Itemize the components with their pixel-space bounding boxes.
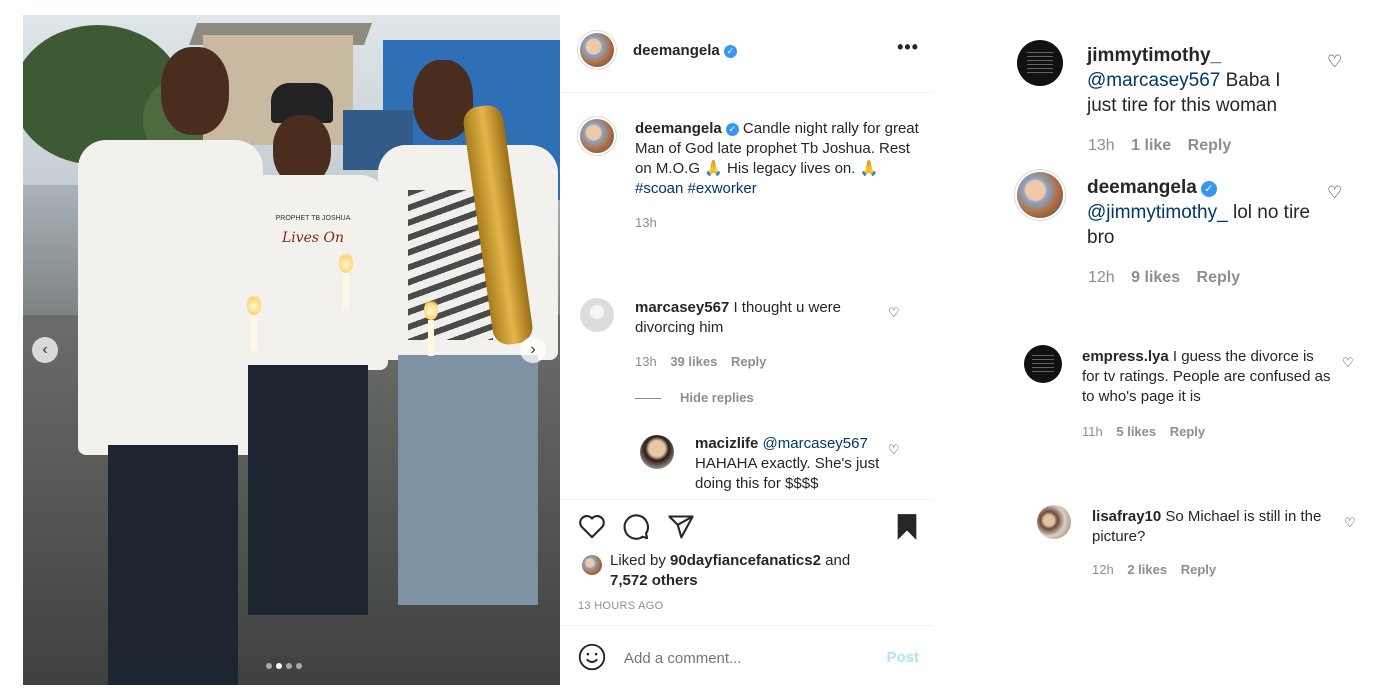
- more-options-icon[interactable]: •••: [897, 37, 919, 58]
- comment-meta: 13h 39 likes Reply: [635, 354, 766, 369]
- side-comment-heart-icon[interactable]: ♡: [1327, 52, 1342, 72]
- caption-username[interactable]: deemangela: [635, 120, 722, 137]
- like-heart-icon[interactable]: [578, 513, 606, 539]
- photo-candle: [428, 320, 434, 356]
- post-caption: deemangela ✓ Candle night rally for great…: [635, 119, 920, 233]
- photo-candle: [251, 315, 257, 351]
- comment-item: marcasey567 I thought u were divorcing h…: [635, 298, 885, 338]
- hide-replies-line: [635, 398, 661, 399]
- side-comment-meta: 12h 9 likes Reply: [1088, 269, 1240, 287]
- verified-badge-icon: ✓: [723, 45, 737, 58]
- post-actions: Liked by 90dayfiancefanatics2 and 7,572 …: [560, 499, 933, 686]
- side-comment-username[interactable]: jimmytimothy_: [1087, 45, 1221, 66]
- commenter-avatar[interactable]: [1017, 40, 1063, 86]
- post-timestamp[interactable]: 13 HOURS AGO: [578, 600, 664, 612]
- commenter-avatar[interactable]: [1037, 505, 1071, 539]
- photo-next-arrow[interactable]: ›: [520, 337, 546, 363]
- photo-prev-arrow[interactable]: ‹: [32, 337, 58, 363]
- add-comment-input[interactable]: [622, 644, 866, 672]
- side-comment-reply[interactable]: Reply: [1170, 424, 1205, 439]
- comment-time[interactable]: 13h: [635, 354, 657, 369]
- likes-prefix: Liked by: [610, 552, 666, 569]
- emoji-icon[interactable]: [578, 643, 606, 671]
- comment-bubble-icon[interactable]: [622, 513, 650, 541]
- side-comment-heart-icon[interactable]: ♡: [1342, 355, 1354, 371]
- post-panel: deemangela ✓ ••• deemangela ✓ Candle night…: [560, 15, 933, 685]
- side-comment-item: deemangela ✓ @jimmytimothy_ lol no tire b…: [1087, 175, 1312, 250]
- side-comment-reply[interactable]: Reply: [1188, 137, 1232, 154]
- commenter-avatar[interactable]: [1017, 172, 1063, 218]
- verified-badge-icon: ✓: [725, 123, 739, 136]
- carousel-dot: [266, 663, 272, 669]
- carousel-dots: [266, 663, 302, 669]
- side-comment-time[interactable]: 12h: [1088, 269, 1115, 286]
- side-comment-time[interactable]: 13h: [1088, 137, 1115, 154]
- shirt-print-1: PROPHET TB JOSHUA: [275, 215, 351, 222]
- hide-replies-button[interactable]: Hide replies: [680, 390, 754, 405]
- side-comment-item: empress.lya I guess the divorce is for t…: [1082, 347, 1332, 407]
- side-comment-item: lisafray10 So Michael is still in the pi…: [1092, 507, 1332, 547]
- reply-avatar[interactable]: [640, 435, 674, 469]
- photo-candle-flame: [339, 251, 353, 273]
- side-comment-username[interactable]: lisafray10: [1092, 508, 1161, 525]
- author-username[interactable]: deemangela: [633, 42, 720, 59]
- side-comment-username[interactable]: empress.lya: [1082, 348, 1169, 365]
- caption-hashtags[interactable]: #scoan #exworker: [635, 180, 757, 197]
- share-plane-icon[interactable]: [667, 513, 695, 541]
- comment-reply-button[interactable]: Reply: [731, 354, 766, 369]
- side-comment-time[interactable]: 12h: [1092, 562, 1114, 577]
- caption-time[interactable]: 13h: [635, 213, 920, 233]
- photo-candle-flame: [424, 298, 438, 320]
- reply-username[interactable]: macizlife: [695, 435, 758, 452]
- reply-mention[interactable]: @marcasey567: [763, 435, 868, 452]
- reply-item: macizlife @marcasey567 HAHAHA exactly. S…: [695, 434, 880, 494]
- side-comment-likes[interactable]: 2 likes: [1127, 562, 1167, 577]
- side-comment-reply[interactable]: Reply: [1197, 269, 1241, 286]
- likes-summary: Liked by 90dayfiancefanatics2 and 7,572 …: [610, 551, 910, 591]
- side-comment-mention[interactable]: @marcasey567: [1087, 70, 1220, 91]
- verified-badge-icon: ✓: [1200, 181, 1217, 197]
- side-comment-username[interactable]: deemangela: [1087, 177, 1197, 198]
- comment-likes[interactable]: 39 likes: [670, 354, 717, 369]
- side-comment-heart-icon[interactable]: ♡: [1344, 515, 1356, 531]
- author-name-row: deemangela ✓: [633, 42, 737, 60]
- likes-others[interactable]: 7,572 others: [610, 572, 698, 589]
- side-comment-time[interactable]: 11h: [1082, 424, 1103, 439]
- photo-candle-flame: [247, 293, 261, 315]
- side-comment-heart-icon[interactable]: ♡: [1327, 183, 1342, 203]
- likes-suffix: and: [825, 552, 851, 569]
- side-comment-likes[interactable]: 9 likes: [1131, 269, 1180, 286]
- photo-candle: [343, 273, 349, 309]
- reply-like-heart-icon[interactable]: ♡: [888, 442, 900, 458]
- comment-like-heart-icon[interactable]: ♡: [888, 305, 900, 321]
- reply-text: HAHAHA exactly. She's just doing this fo…: [695, 455, 880, 492]
- carousel-dot: [296, 663, 302, 669]
- carousel-dot-active: [276, 663, 282, 669]
- liker-avatar[interactable]: [582, 555, 602, 575]
- save-bookmark-icon[interactable]: [894, 513, 920, 541]
- side-comment-likes[interactable]: 5 likes: [1116, 424, 1156, 439]
- post-comment-button[interactable]: Post: [886, 649, 919, 666]
- shirt-print-2: Lives On: [281, 230, 345, 246]
- add-comment-bar: Post: [560, 625, 933, 687]
- caption-author-avatar[interactable]: [580, 119, 614, 153]
- post-header: deemangela ✓ •••: [560, 15, 933, 93]
- post-photo[interactable]: PROPHET TB JOSHUA Lives On ‹ ›: [23, 15, 560, 685]
- carousel-dot: [286, 663, 292, 669]
- side-comment-meta: 13h 1 like Reply: [1088, 137, 1231, 155]
- commenter-avatar[interactable]: [1024, 345, 1062, 383]
- side-comment-mention[interactable]: @jimmytimothy_: [1087, 202, 1228, 223]
- side-comment-meta: 12h 2 likes Reply: [1092, 562, 1216, 577]
- side-comment-item: jimmytimothy_ @marcasey567 Baba I just t…: [1087, 43, 1302, 118]
- liked-by-user[interactable]: 90dayfiancefanatics2: [670, 552, 821, 569]
- commenter-avatar[interactable]: [580, 298, 614, 332]
- side-comment-reply[interactable]: Reply: [1181, 562, 1216, 577]
- comment-username[interactable]: marcasey567: [635, 299, 729, 316]
- side-comment-likes[interactable]: 1 like: [1131, 137, 1171, 154]
- side-comment-meta: 11h 5 likes Reply: [1082, 424, 1205, 439]
- author-avatar[interactable]: [580, 33, 614, 67]
